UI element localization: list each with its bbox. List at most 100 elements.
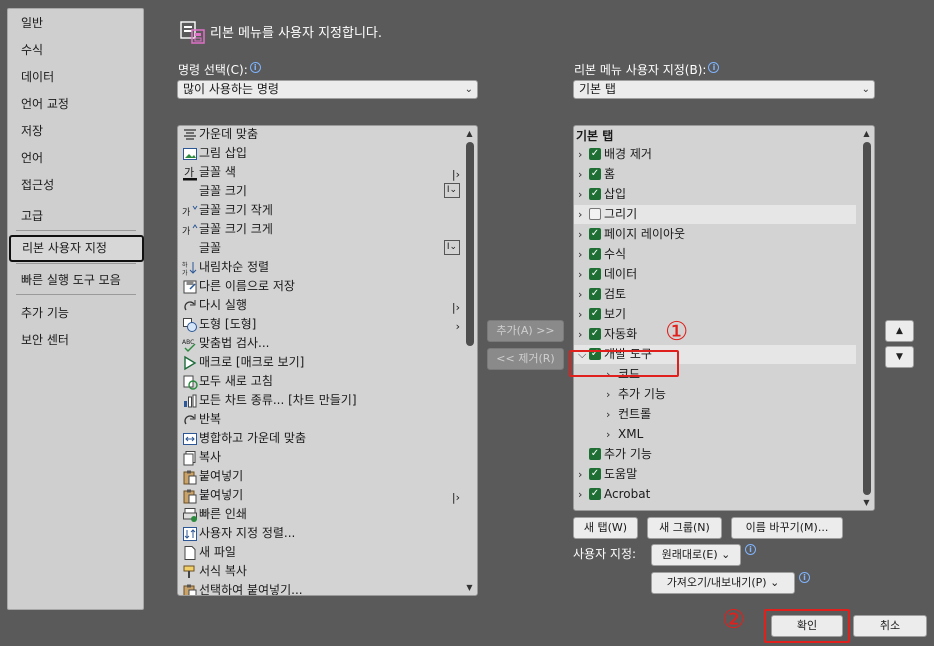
command-item[interactable]: 다시 실행 |›	[180, 296, 460, 315]
ribbon-tree-item[interactable]: › ✓ 배경 제거	[574, 145, 856, 164]
command-item[interactable]: 글꼴 I⌄	[180, 239, 460, 258]
info-icon[interactable]: i	[799, 572, 810, 583]
sidebar-item[interactable]: 수식	[8, 42, 143, 58]
command-item[interactable]: 복사	[180, 448, 460, 467]
ribbon-dropdown[interactable]: 기본 탭 ⌄	[573, 80, 875, 99]
ribbon-tree-item[interactable]: › ✓ 자동화	[574, 325, 856, 344]
command-item[interactable]: 모든 차트 종류... [차트 만들기]	[180, 391, 460, 410]
tab-checkbox[interactable]: ✓	[589, 448, 601, 460]
command-item[interactable]: 가 글꼴 크기 크게	[180, 220, 460, 239]
command-item[interactable]: 반복	[180, 410, 460, 429]
chevron-right-icon[interactable]: ›	[578, 305, 588, 324]
command-item[interactable]: 선택하여 붙여넣기...	[180, 581, 460, 595]
ribbon-tree-item[interactable]: › XML	[574, 425, 856, 444]
new-tab-button[interactable]: 새 탭(W)	[573, 517, 638, 539]
tab-checkbox[interactable]: ✓	[589, 488, 601, 500]
command-item[interactable]: 붙여넣기 |›	[180, 486, 460, 505]
scroll-down-icon[interactable]: ▼	[862, 498, 871, 507]
chevron-right-icon[interactable]: ›	[578, 265, 588, 284]
chevron-right-icon[interactable]: ›	[578, 145, 588, 164]
tab-checkbox[interactable]: ✓	[589, 188, 601, 200]
new-group-button[interactable]: 새 그룹(N)	[647, 517, 722, 539]
tab-checkbox[interactable]: ✓	[589, 168, 601, 180]
command-item[interactable]: 도형 [도형] ›	[180, 315, 460, 334]
ribbon-tree-item[interactable]: › ✓ 검토	[574, 285, 856, 304]
ribbon-tree-item[interactable]: ✓ 추가 기능	[574, 445, 856, 464]
command-item[interactable]: 다른 이름으로 저장	[180, 277, 460, 296]
scroll-up-icon[interactable]: ▲	[465, 129, 474, 138]
chevron-right-icon[interactable]: ›	[578, 225, 588, 244]
chevron-right-icon[interactable]: ›	[578, 285, 588, 304]
ribbon-tree-item[interactable]: › ✓ 삽입	[574, 185, 856, 204]
tab-checkbox[interactable]: ✓	[589, 248, 601, 260]
chevron-right-icon[interactable]: ›	[578, 325, 588, 344]
commands-dropdown[interactable]: 많이 사용하는 명령 ⌄	[177, 80, 478, 99]
sidebar-item[interactable]: 언어 교정	[8, 96, 143, 112]
command-item[interactable]: 가 글꼴 색 |›	[180, 163, 460, 182]
sidebar-item[interactable]: 데이터	[8, 69, 143, 85]
tab-checkbox[interactable]: ✓	[589, 268, 601, 280]
rename-button[interactable]: 이름 바꾸기(M)...	[731, 517, 843, 539]
ribbon-tree-item[interactable]: › ✓ 보기	[574, 305, 856, 324]
info-icon[interactable]: i	[708, 62, 720, 73]
remove-button[interactable]: << 제거(R)	[487, 348, 564, 370]
chevron-right-icon[interactable]: ›	[606, 425, 616, 444]
sidebar-item[interactable]: 저장	[8, 123, 143, 139]
sidebar-item[interactable]: 접근성	[8, 177, 143, 193]
cancel-button[interactable]: 취소	[853, 615, 927, 637]
command-item[interactable]: 사용자 지정 정렬...	[180, 524, 460, 543]
command-item[interactable]: 새 파일	[180, 543, 460, 562]
sidebar-item[interactable]: 고급	[8, 208, 143, 224]
command-item[interactable]: 매크로 [매크로 보기]	[180, 353, 460, 372]
command-item[interactable]: 가운데 맞춤	[180, 126, 460, 144]
sidebar-item[interactable]: 빠른 실행 도구 모음	[8, 272, 143, 288]
scroll-down-icon[interactable]: ▼	[465, 583, 474, 592]
chevron-right-icon[interactable]: ›	[578, 185, 588, 204]
chevron-right-icon[interactable]: ›	[606, 405, 616, 424]
command-item[interactable]: 빠른 인쇄	[180, 505, 460, 524]
ribbon-tree-item[interactable]: › 컨트롤	[574, 405, 856, 424]
command-item[interactable]: 그림 삽입	[180, 144, 460, 163]
move-down-button[interactable]: ▼	[885, 346, 914, 368]
chevron-right-icon[interactable]: ›	[578, 205, 588, 224]
import-export-button[interactable]: 가져오기/내보내기(P) ⌄	[651, 572, 795, 594]
command-item[interactable]: 병합하고 가운데 맞춤	[180, 429, 460, 448]
ribbon-tree-item[interactable]: › ✓ 페이지 레이아웃	[574, 225, 856, 244]
sidebar-item[interactable]: 추가 기능	[8, 305, 143, 321]
chevron-right-icon[interactable]: ›	[606, 385, 616, 404]
ribbon-tree-item[interactable]: › ✓ 데이터	[574, 265, 856, 284]
chevron-right-icon[interactable]: ›	[578, 165, 588, 184]
commands-scrollbar[interactable]: ▲ ▼	[462, 126, 477, 595]
sidebar-item[interactable]: 보안 센터	[8, 332, 143, 348]
ribbon-scrollbar[interactable]: ▲ ▼	[859, 126, 874, 510]
ribbon-tree-item[interactable]: › ✓ 도움말	[574, 465, 856, 484]
chevron-right-icon[interactable]: ›	[578, 465, 588, 484]
scroll-up-icon[interactable]: ▲	[862, 129, 871, 138]
scroll-thumb[interactable]	[466, 142, 474, 346]
ribbon-tree-item[interactable]: › 추가 기능	[574, 385, 856, 404]
command-item[interactable]: 모두 새로 고침	[180, 372, 460, 391]
tab-checkbox[interactable]: ✓	[589, 308, 601, 320]
scroll-thumb[interactable]	[863, 142, 871, 495]
tab-checkbox[interactable]: ✓	[589, 288, 601, 300]
command-item[interactable]: 가 글꼴 크기 작게	[180, 201, 460, 220]
ribbon-tree-item[interactable]: › ✓ 수식	[574, 245, 856, 264]
chevron-right-icon[interactable]: ›	[578, 485, 588, 504]
command-item[interactable]: ABC 맞춤법 검사...	[180, 334, 460, 353]
sidebar-item[interactable]: 일반	[8, 15, 143, 31]
command-item[interactable]: 하 가 내림차순 정렬	[180, 258, 460, 277]
add-button[interactable]: 추가(A) >>	[487, 320, 564, 342]
move-up-button[interactable]: ▲	[885, 320, 914, 342]
ribbon-tree[interactable]: 기본 탭 › ✓ 배경 제거 › ✓ 홈 › ✓ 삽입 › 그리기 › ✓ 페이지 레이아웃 › ✓ 수식 › ✓ 데…	[573, 125, 875, 511]
tab-checkbox[interactable]: ✓	[589, 148, 601, 160]
info-icon[interactable]: i	[745, 544, 756, 555]
command-item[interactable]: 글꼴 크기 I⌄	[180, 182, 460, 201]
tab-checkbox[interactable]	[589, 208, 601, 220]
command-item[interactable]: 붙여넣기	[180, 467, 460, 486]
ribbon-tree-item[interactable]: › ✓ Acrobat	[574, 485, 856, 504]
chevron-right-icon[interactable]: ›	[578, 245, 588, 264]
command-item[interactable]: 서식 복사	[180, 562, 460, 581]
tab-checkbox[interactable]: ✓	[589, 328, 601, 340]
tab-checkbox[interactable]: ✓	[589, 228, 601, 240]
ribbon-tree-item[interactable]: › ✓ 홈	[574, 165, 856, 184]
